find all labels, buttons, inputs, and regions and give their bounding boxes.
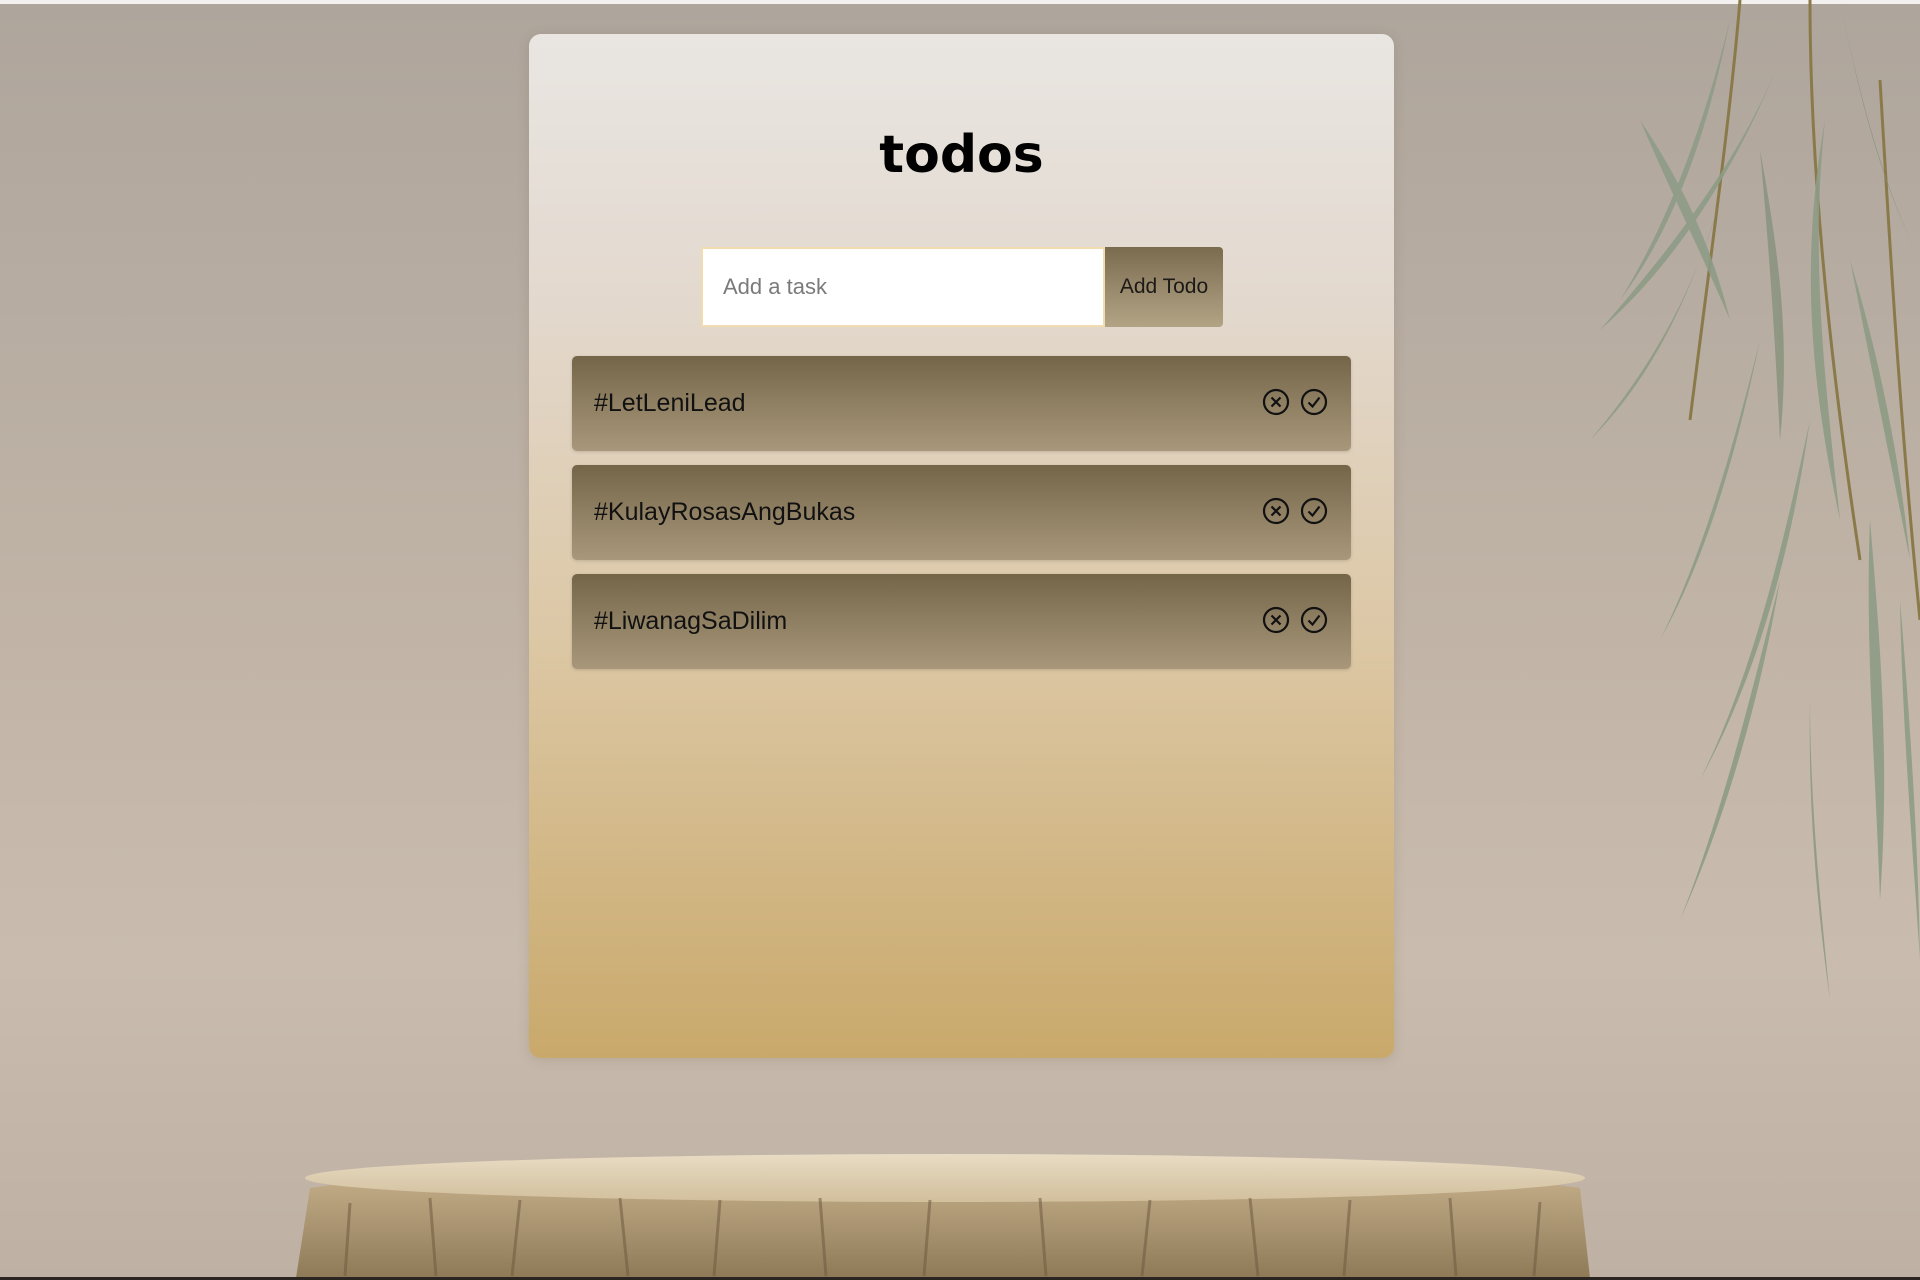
todo-item: #LetLeniLead (572, 356, 1351, 451)
todo-text: #LiwanagSaDilim (594, 607, 788, 635)
todo-app-card: todos Add Todo #LetLeniLead #KulayRosasA… (529, 34, 1394, 1058)
circle-check-icon[interactable] (1299, 605, 1329, 635)
add-todo-button[interactable]: Add Todo (1105, 247, 1223, 327)
circle-check-icon[interactable] (1299, 387, 1329, 417)
circle-check-icon[interactable] (1299, 496, 1329, 526)
plant-decoration (1590, 0, 1920, 1000)
todo-actions (1261, 605, 1329, 637)
circle-x-icon[interactable] (1261, 496, 1291, 526)
todo-item: #LiwanagSaDilim (572, 574, 1351, 669)
circle-x-icon[interactable] (1261, 605, 1291, 635)
circle-x-icon[interactable] (1261, 387, 1291, 417)
app-title: todos (879, 125, 1044, 185)
todo-actions (1261, 387, 1329, 419)
task-input[interactable] (701, 247, 1105, 327)
todo-text: #KulayRosasAngBukas (594, 498, 856, 526)
todo-list: #LetLeniLead #KulayRosasAngBukas #Liwana… (572, 356, 1351, 683)
stump-decoration (296, 1154, 1590, 1278)
todo-text: #LetLeniLead (594, 389, 746, 417)
add-todo-form: Add Todo (701, 247, 1223, 327)
todo-item: #KulayRosasAngBukas (572, 465, 1351, 560)
todo-actions (1261, 496, 1329, 528)
